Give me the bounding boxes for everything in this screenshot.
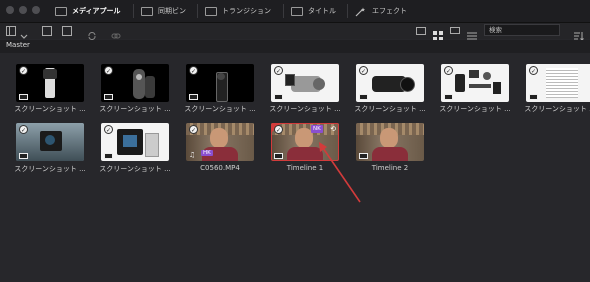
- check-icon: ✓: [444, 66, 453, 75]
- minimize-window-button[interactable]: [19, 6, 27, 14]
- metadata-view-icon[interactable]: [416, 27, 426, 35]
- clip-name: スクリーンショット ...: [14, 105, 86, 113]
- clip-name: スクリーンショット ...: [269, 105, 341, 113]
- image-clip-icon: [104, 94, 113, 100]
- image-clip-icon: [274, 94, 283, 100]
- sync-icon[interactable]: [87, 26, 97, 41]
- image-clip-icon: [104, 153, 113, 159]
- clip-name: スクリーンショット ...: [524, 105, 590, 113]
- clip-name: C0560.MP4: [200, 164, 240, 172]
- check-icon: ✓: [19, 66, 28, 75]
- image-clip-icon: [19, 153, 28, 159]
- bin-title: Master: [6, 41, 30, 49]
- check-icon: ✓: [274, 66, 283, 75]
- divider: [347, 4, 348, 18]
- tab-transitions[interactable]: トランジション: [205, 0, 271, 22]
- timeline-clip-thumbnail[interactable]: NK ⟲ ✓: [271, 123, 339, 161]
- clip-name: スクリーンショット ...: [14, 165, 86, 173]
- image-clip-icon: [359, 94, 368, 100]
- media-clip-thumbnail[interactable]: ✓: [101, 64, 169, 102]
- media-clip-thumbnail[interactable]: ✓: [16, 64, 84, 102]
- sync-bin-icon: [141, 6, 153, 16]
- image-clip-icon: [444, 94, 453, 100]
- clip-name: スクリーンショット ...: [99, 165, 171, 173]
- clip-name: スクリーンショット ...: [184, 105, 256, 113]
- transition-icon: [205, 6, 217, 16]
- media-clip-thumbnail[interactable]: ✓: [186, 64, 254, 102]
- tab-media-pool[interactable]: メディアプール: [55, 0, 121, 22]
- media-clip-thumbnail[interactable]: ✓: [101, 123, 169, 161]
- check-icon: ✓: [189, 66, 198, 75]
- check-icon: ✓: [529, 66, 538, 75]
- media-clip-thumbnail[interactable]: ✓: [526, 64, 590, 102]
- check-icon: ✓: [189, 125, 198, 134]
- list-view-icon[interactable]: [467, 26, 477, 40]
- bin-path-bar: Master: [0, 40, 590, 53]
- check-icon: ✓: [104, 125, 113, 134]
- effects-icon: [355, 7, 367, 16]
- divider: [197, 4, 198, 18]
- search-input[interactable]: 検索: [484, 24, 560, 36]
- sync-icon: ⟲: [330, 125, 336, 133]
- image-clip-icon: [19, 94, 28, 100]
- tab-titles[interactable]: タイトル: [291, 0, 336, 22]
- image-clip-icon: [529, 94, 538, 100]
- audio-note-icon: ♫: [189, 151, 196, 159]
- window-controls: [6, 6, 40, 14]
- check-icon: ✓: [19, 125, 28, 134]
- link-icon[interactable]: [111, 26, 121, 39]
- clip-name: Timeline 2: [371, 164, 409, 172]
- clip-name: スクリーンショット ...: [99, 105, 171, 113]
- check-icon: ✓: [274, 125, 283, 134]
- clip-name: スクリーンショット ...: [354, 105, 426, 113]
- filmstrip-view-icon[interactable]: [450, 27, 460, 34]
- add-bin-icon[interactable]: [62, 26, 72, 36]
- timeline-icon: [274, 153, 283, 159]
- divider: [133, 4, 134, 18]
- clip-name: Timeline 1: [286, 164, 324, 172]
- sidebar-toggle-icon[interactable]: [6, 26, 16, 36]
- thumbnail-view-icon[interactable]: [433, 26, 443, 41]
- chevron-down-icon[interactable]: [19, 26, 29, 39]
- import-media-icon[interactable]: [42, 26, 52, 36]
- media-clip-thumbnail[interactable]: ✓: [271, 64, 339, 102]
- tab-effects[interactable]: エフェクト: [355, 0, 407, 22]
- clip-tag: HK: [201, 150, 213, 156]
- timeline-icon: [359, 153, 368, 159]
- divider: [283, 4, 284, 18]
- title-icon: [291, 6, 303, 16]
- top-bar: メディアプール 同期ビン トランジション タイトル エフェクト: [0, 0, 590, 23]
- check-icon: ✓: [104, 66, 113, 75]
- timeline-clip-thumbnail[interactable]: [356, 123, 424, 161]
- sort-icon[interactable]: [574, 26, 584, 41]
- zoom-window-button[interactable]: [32, 6, 40, 14]
- image-clip-icon: [189, 94, 198, 100]
- check-icon: ✓: [359, 66, 368, 75]
- tab-sync-bin[interactable]: 同期ビン: [141, 0, 186, 22]
- media-clip-thumbnail[interactable]: ✓: [441, 64, 509, 102]
- media-pool-icon: [55, 6, 67, 16]
- media-clip-thumbnail[interactable]: HK ✓ ♫: [186, 123, 254, 161]
- close-window-button[interactable]: [6, 6, 14, 14]
- clip-tag: NK: [311, 125, 323, 133]
- clip-name: スクリーンショット ...: [439, 105, 511, 113]
- media-clip-thumbnail[interactable]: ✓: [356, 64, 424, 102]
- media-clip-thumbnail[interactable]: ✓: [16, 123, 84, 161]
